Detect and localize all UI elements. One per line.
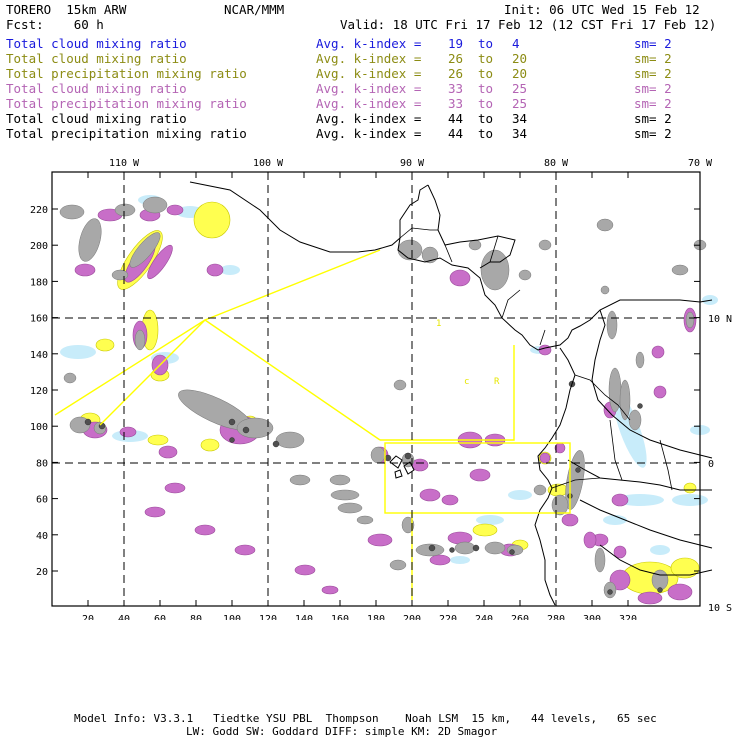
x-tick-label: 280 bbox=[547, 614, 565, 620]
legend-sm: sm= 2 bbox=[634, 51, 672, 66]
legend-sm: sm= 2 bbox=[634, 66, 672, 81]
latitude-label: 10 N bbox=[708, 314, 732, 325]
y-tick-label: 80 bbox=[36, 458, 48, 469]
legend-sm: sm= 2 bbox=[634, 81, 672, 96]
legend-to-word: to bbox=[478, 111, 494, 126]
legend-to: 25 bbox=[512, 81, 528, 96]
legend-to-word: to bbox=[478, 81, 494, 96]
legend-to: 25 bbox=[512, 96, 528, 111]
svg-text:R: R bbox=[494, 377, 500, 387]
x-tick-label: 180 bbox=[367, 614, 385, 620]
legend-index-label: Avg. k-index = bbox=[316, 111, 422, 126]
legend-from: 44 bbox=[448, 126, 464, 141]
init-time: Init: 06 UTC Wed 15 Feb 12 bbox=[504, 2, 700, 17]
svg-text:1: 1 bbox=[436, 319, 441, 329]
forecast-hour: Fcst: 60 h bbox=[6, 17, 104, 32]
x-tick-label: 240 bbox=[475, 614, 493, 620]
legend-from: 33 bbox=[448, 96, 464, 111]
legend-sm: sm= 2 bbox=[634, 126, 672, 141]
legend-to-word: to bbox=[478, 96, 494, 111]
legend-sm: sm= 2 bbox=[634, 96, 672, 111]
forecast-map: 1 c R 20 40 60 80 100 120 140 160 180 200 220 240 26… bbox=[0, 150, 740, 620]
y-tick-label: 20 bbox=[36, 567, 48, 578]
x-tick-label: 300 bbox=[583, 614, 601, 620]
legend-to-word: to bbox=[478, 66, 494, 81]
y-tick-label: 160 bbox=[30, 314, 48, 325]
physics-info-line: LW: Godd SW: Goddard DIFF: simple KM: 2D… bbox=[186, 725, 498, 738]
longitude-label: 100 W bbox=[253, 158, 284, 169]
legend-index-label: Avg. k-index = bbox=[316, 96, 422, 111]
legend-sm: sm= 2 bbox=[634, 111, 672, 126]
legend-field: Total cloud mixing ratio bbox=[6, 111, 187, 126]
y-tick-label: 60 bbox=[36, 495, 48, 506]
legend-field: Total precipitation mixing ratio bbox=[6, 96, 247, 111]
y-tick-label: 40 bbox=[36, 531, 48, 542]
longitude-label: 110 W bbox=[109, 158, 140, 169]
x-tick-label: 260 bbox=[511, 614, 529, 620]
latitude-label: 0 bbox=[708, 459, 714, 470]
model-info-line: Model Info: V3.3.1 Tiedtke YSU PBL Thomp… bbox=[74, 712, 657, 725]
x-tick-label: 320 bbox=[619, 614, 637, 620]
model-title: TORERO 15km ARW bbox=[6, 2, 127, 17]
x-tick-label: 80 bbox=[190, 614, 202, 620]
legend-to: 20 bbox=[512, 66, 528, 81]
legend-from: 26 bbox=[448, 66, 464, 81]
x-tick-label: 20 bbox=[82, 614, 94, 620]
y-tick-label: 140 bbox=[30, 350, 48, 361]
x-tick-label: 220 bbox=[439, 614, 457, 620]
y-tick-label: 180 bbox=[30, 277, 48, 288]
latitude-label: 10 S bbox=[708, 603, 732, 614]
longitude-label: 90 W bbox=[400, 158, 425, 169]
x-tick-label: 40 bbox=[118, 614, 130, 620]
y-tick-label: 220 bbox=[30, 205, 48, 216]
x-tick-label: 100 bbox=[223, 614, 241, 620]
x-tick-label: 160 bbox=[331, 614, 349, 620]
legend-index-label: Avg. k-index = bbox=[316, 36, 422, 51]
legend-to-word: to bbox=[478, 36, 494, 51]
legend-field: Total cloud mixing ratio bbox=[6, 36, 187, 51]
organization-label: NCAR/MMM bbox=[224, 2, 285, 17]
legend-to: 34 bbox=[512, 111, 528, 126]
legend-field: Total precipitation mixing ratio bbox=[6, 66, 247, 81]
longitude-label: 80 W bbox=[544, 158, 569, 169]
y-tick-label: 100 bbox=[30, 422, 48, 433]
y-tick-label: 200 bbox=[30, 241, 48, 252]
valid-time: Valid: 18 UTC Fri 17 Feb 12 (12 CST Fri … bbox=[340, 17, 717, 32]
legend-field: Total cloud mixing ratio bbox=[6, 81, 187, 96]
svg-text:c: c bbox=[464, 377, 469, 387]
legend-field: Total precipitation mixing ratio bbox=[6, 126, 247, 141]
legend-to-word: to bbox=[478, 126, 494, 141]
legend-to: 34 bbox=[512, 126, 528, 141]
x-tick-label: 200 bbox=[403, 614, 421, 620]
legend-from: 44 bbox=[448, 111, 464, 126]
longitude-label: 70 W bbox=[688, 158, 713, 169]
legend-to: 20 bbox=[512, 51, 528, 66]
legend-to: 4 bbox=[512, 36, 520, 51]
legend-index-label: Avg. k-index = bbox=[316, 81, 422, 96]
legend-index-label: Avg. k-index = bbox=[316, 126, 422, 141]
x-tick-label: 120 bbox=[259, 614, 277, 620]
x-tick-label: 60 bbox=[154, 614, 166, 620]
legend-field: Total cloud mixing ratio bbox=[6, 51, 187, 66]
legend-to-word: to bbox=[478, 51, 494, 66]
legend-from: 26 bbox=[448, 51, 464, 66]
x-tick-label: 140 bbox=[295, 614, 313, 620]
legend-index-label: Avg. k-index = bbox=[316, 66, 422, 81]
legend-from: 19 bbox=[448, 36, 464, 51]
legend-from: 33 bbox=[448, 81, 464, 96]
legend-sm: sm= 2 bbox=[634, 36, 672, 51]
legend-index-label: Avg. k-index = bbox=[316, 51, 422, 66]
y-tick-label: 120 bbox=[30, 386, 48, 397]
